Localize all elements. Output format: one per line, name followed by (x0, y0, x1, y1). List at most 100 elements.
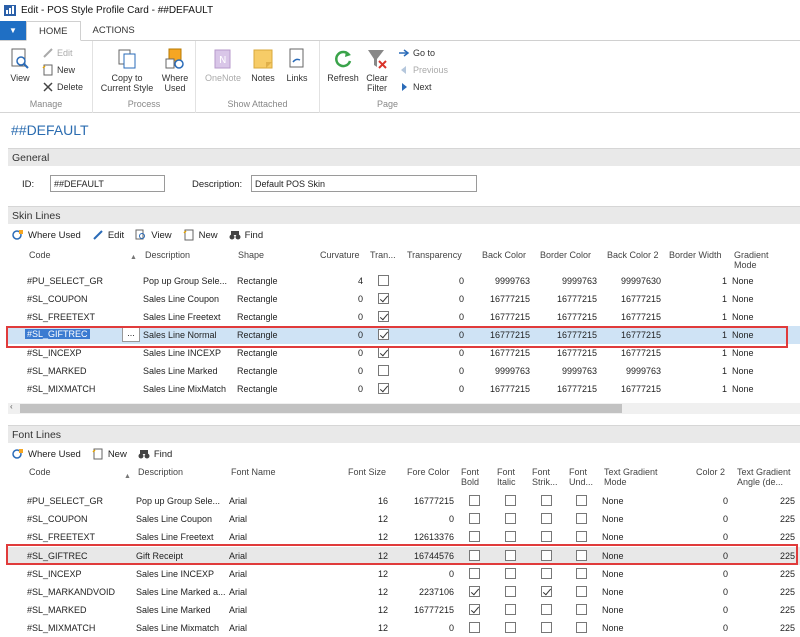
skin-view-button[interactable]: View (135, 229, 172, 241)
font-italic-checkbox[interactable] (505, 586, 516, 597)
table-row[interactable]: #SL_FREETEXT Sales Line Freetext Rectangle… (8, 308, 800, 326)
skin-edit-button[interactable]: Edit (92, 229, 124, 241)
font-underline-checkbox[interactable] (576, 495, 587, 506)
col-back-color-2[interactable]: Back Color 2 (607, 250, 659, 260)
col-shape[interactable]: Shape (238, 250, 264, 260)
font-underline-checkbox[interactable] (576, 531, 587, 542)
font-italic-checkbox[interactable] (505, 622, 516, 633)
font-underline-checkbox[interactable] (576, 604, 587, 615)
skin-find-button[interactable]: Find (229, 229, 263, 241)
scroll-left-icon[interactable]: ‹ (10, 402, 13, 411)
transparent-checkbox[interactable] (378, 347, 389, 358)
horizontal-scrollbar[interactable]: ‹ (8, 402, 800, 414)
font-bold-checkbox[interactable] (469, 513, 480, 524)
col-text-gradient-mode[interactable]: Text Gradient Mode (604, 467, 666, 487)
tab-home[interactable]: HOME (26, 21, 81, 41)
transparent-checkbox[interactable] (378, 383, 389, 394)
col-curvature[interactable]: Curvature (320, 250, 360, 260)
font-strikeout-checkbox[interactable] (541, 531, 552, 542)
table-row[interactable]: #PU_SELECT_GR Pop up Group Sele... Rectang… (8, 272, 800, 290)
col-border-color[interactable]: Border Color (540, 250, 591, 260)
font-bold-checkbox[interactable] (469, 604, 480, 615)
font-italic-checkbox[interactable] (505, 604, 516, 615)
font-strikeout-checkbox[interactable] (541, 622, 552, 633)
description-field[interactable]: Default POS Skin (251, 175, 477, 192)
onenote-button[interactable]: N OneNote (202, 47, 244, 83)
table-row[interactable]: #SL_MIXMATCH Sales Line MixMatch Rectangle… (8, 380, 800, 398)
tab-actions[interactable]: ACTIONS (81, 21, 147, 40)
table-row[interactable]: #SL_COUPON Sales Line Coupon Rectangle 0 0 16… (8, 290, 800, 308)
col-tran[interactable]: Tran... (370, 250, 396, 260)
font-italic-checkbox[interactable] (505, 568, 516, 579)
transparent-checkbox[interactable] (378, 275, 389, 286)
font-underline-checkbox[interactable] (576, 568, 587, 579)
col-font-underline[interactable]: Font Und... (569, 467, 599, 487)
col-description[interactable]: Description (138, 467, 183, 477)
table-row[interactable]: #SL_MARKANDVOID Sales Line Marked a... Ari… (8, 583, 800, 601)
col-font-name[interactable]: Font Name (231, 467, 276, 477)
view-button[interactable]: View (8, 47, 32, 83)
col-fore-color[interactable]: Fore Color (407, 467, 450, 477)
font-strikeout-checkbox[interactable] (541, 568, 552, 579)
table-row[interactable]: #SL_MIXMATCH Sales Line Mixmatch Arial 12 0 N… (8, 619, 800, 637)
col-color-2[interactable]: Color 2 (696, 467, 725, 477)
edit-button[interactable]: Edit (42, 46, 73, 60)
font-where-used-button[interactable]: Where Used (12, 448, 81, 460)
col-font-italic[interactable]: Font Italic (497, 467, 521, 487)
col-back-color[interactable]: Back Color (482, 250, 526, 260)
col-transparency[interactable]: Transparency (407, 250, 462, 260)
where-used-button[interactable]: Where Used (159, 47, 191, 93)
font-bold-checkbox[interactable] (469, 622, 480, 633)
font-bold-checkbox[interactable] (469, 531, 480, 542)
font-bold-checkbox[interactable] (469, 568, 480, 579)
font-underline-checkbox[interactable] (576, 586, 587, 597)
skin-where-used-button[interactable]: Where Used (12, 229, 81, 241)
font-underline-checkbox[interactable] (576, 513, 587, 524)
font-bold-checkbox[interactable] (469, 495, 480, 506)
section-general[interactable]: General (8, 148, 800, 166)
scrollbar-thumb[interactable] (20, 404, 622, 413)
font-italic-checkbox[interactable] (505, 495, 516, 506)
table-row[interactable]: #SL_COUPON Sales Line Coupon Arial 12 0 None 0… (8, 510, 800, 528)
notes-button[interactable]: Notes (248, 47, 278, 83)
new-button[interactable]: New (42, 63, 75, 77)
col-border-width[interactable]: Border Width (669, 250, 722, 260)
file-menu-button[interactable]: ▼ (0, 21, 26, 40)
font-strikeout-checkbox[interactable] (541, 495, 552, 506)
col-gradient-mode[interactable]: Gradient Mode (734, 250, 780, 270)
id-field[interactable]: ##DEFAULT (50, 175, 165, 192)
copy-to-current-style-button[interactable]: Copy to Current Style (99, 47, 155, 93)
links-button[interactable]: Links (282, 47, 312, 83)
col-font-bold[interactable]: Font Bold (461, 467, 485, 487)
col-font-size[interactable]: Font Size (348, 467, 386, 477)
go-to-button[interactable]: Go to (398, 46, 435, 60)
table-row[interactable]: #PU_SELECT_GR Pop up Group Sele... Arial 16… (8, 492, 800, 510)
col-code[interactable]: Code (29, 250, 51, 260)
font-find-button[interactable]: Find (138, 448, 172, 460)
section-skin-lines[interactable]: Skin Lines (8, 206, 800, 224)
col-text-gradient-angle[interactable]: Text Gradient Angle (de... (737, 467, 799, 487)
font-strikeout-checkbox[interactable] (541, 513, 552, 524)
refresh-button[interactable]: Refresh (326, 47, 360, 83)
clear-filter-button[interactable]: Clear Filter (362, 47, 392, 93)
font-italic-checkbox[interactable] (505, 513, 516, 524)
section-font-lines[interactable]: Font Lines (8, 425, 800, 443)
skin-new-button[interactable]: New (183, 229, 218, 241)
font-bold-checkbox[interactable] (469, 586, 480, 597)
table-row[interactable]: #SL_INCEXP Sales Line INCEXP Arial 12 0 None 0… (8, 565, 800, 583)
transparent-checkbox[interactable] (378, 311, 389, 322)
font-underline-checkbox[interactable] (576, 622, 587, 633)
table-row[interactable]: #SL_MARKED Sales Line Marked Arial 12 167772… (8, 601, 800, 619)
transparent-checkbox[interactable] (378, 293, 389, 304)
delete-button[interactable]: Delete (42, 80, 83, 94)
col-code[interactable]: Code (29, 467, 51, 477)
table-row[interactable]: #SL_MARKED Sales Line Marked Rectangle 0 0 99… (8, 362, 800, 380)
col-font-strikeout[interactable]: Font Strik... (532, 467, 562, 487)
previous-button[interactable]: Previous (398, 63, 448, 77)
font-italic-checkbox[interactable] (505, 531, 516, 542)
next-button[interactable]: Next (398, 80, 432, 94)
font-new-button[interactable]: New (92, 448, 127, 460)
col-description[interactable]: Description (145, 250, 190, 260)
transparent-checkbox[interactable] (378, 365, 389, 376)
font-strikeout-checkbox[interactable] (541, 586, 552, 597)
